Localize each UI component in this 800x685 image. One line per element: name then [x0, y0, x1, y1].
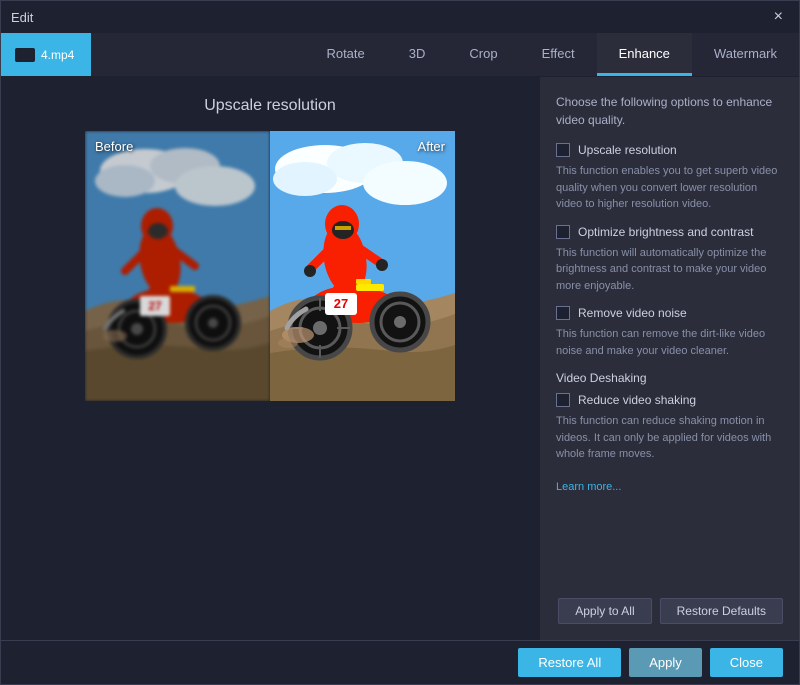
brightness-label[interactable]: Optimize brightness and contrast — [578, 225, 753, 239]
brightness-checkbox[interactable] — [556, 225, 570, 239]
noise-checkbox[interactable] — [556, 306, 570, 320]
after-label: After — [418, 139, 445, 154]
before-label: Before — [95, 139, 133, 154]
before-panel: Before — [85, 131, 270, 401]
file-tab-label: 4.mp4 — [41, 48, 74, 62]
brightness-desc: This function will automatically optimiz… — [556, 245, 783, 295]
deshake-section-title: Video Deshaking — [556, 371, 783, 385]
tab-rotate[interactable]: Rotate — [304, 33, 386, 76]
apply-to-all-button[interactable]: Apply to All — [558, 598, 651, 624]
preview-title: Upscale resolution — [204, 97, 336, 115]
main-content: Upscale resolution Before — [1, 77, 799, 640]
deshake-option-row: Reduce video shaking — [556, 393, 783, 407]
before-image: 27 — [85, 131, 270, 401]
after-image: 27 — [270, 131, 455, 401]
side-intro: Choose the following options to enhance … — [556, 93, 783, 129]
after-panel: After — [270, 131, 455, 401]
deshake-checkbox[interactable] — [556, 393, 570, 407]
dialog-title: Edit — [11, 10, 33, 25]
upscale-label[interactable]: Upscale resolution — [578, 143, 677, 157]
tab-bar: 4.mp4 Rotate 3D Crop Effect Enhance Wate… — [1, 33, 799, 77]
apply-button[interactable]: Apply — [629, 648, 702, 677]
before-after-container: Before — [85, 131, 455, 401]
file-icon — [15, 48, 35, 62]
upscale-desc: This function enables you to get superb … — [556, 163, 783, 213]
tab-spacer — [91, 33, 304, 76]
tab-watermark[interactable]: Watermark — [692, 33, 799, 76]
close-title-button[interactable]: × — [768, 7, 789, 27]
close-footer-button[interactable]: Close — [710, 648, 783, 677]
restore-all-button[interactable]: Restore All — [518, 648, 621, 677]
file-tab[interactable]: 4.mp4 — [1, 33, 91, 76]
side-panel: Choose the following options to enhance … — [539, 77, 799, 640]
noise-desc: This function can remove the dirt-like v… — [556, 326, 783, 359]
upscale-checkbox[interactable] — [556, 143, 570, 157]
tab-3d[interactable]: 3D — [387, 33, 448, 76]
svg-text:27: 27 — [334, 296, 348, 311]
upscale-option-row: Upscale resolution — [556, 143, 783, 157]
footer-bar: Restore All Apply Close — [1, 640, 799, 684]
deshake-desc: This function can reduce shaking motion … — [556, 413, 783, 463]
noise-option-row: Remove video noise — [556, 306, 783, 320]
title-bar: Edit × — [1, 1, 799, 33]
deshake-label[interactable]: Reduce video shaking — [578, 393, 696, 407]
brightness-option-row: Optimize brightness and contrast — [556, 225, 783, 239]
tab-effect[interactable]: Effect — [520, 33, 597, 76]
learn-more-link[interactable]: Learn more... — [556, 481, 783, 493]
preview-area: Upscale resolution Before — [1, 77, 539, 640]
edit-dialog: Edit × 4.mp4 Rotate 3D Crop Effect Enhan… — [0, 0, 800, 685]
svg-text:27: 27 — [148, 299, 162, 313]
restore-defaults-button[interactable]: Restore Defaults — [660, 598, 783, 624]
tab-crop[interactable]: Crop — [447, 33, 519, 76]
tab-enhance[interactable]: Enhance — [597, 33, 692, 76]
inner-button-row: Apply to All Restore Defaults — [556, 590, 783, 624]
noise-label[interactable]: Remove video noise — [578, 306, 687, 320]
